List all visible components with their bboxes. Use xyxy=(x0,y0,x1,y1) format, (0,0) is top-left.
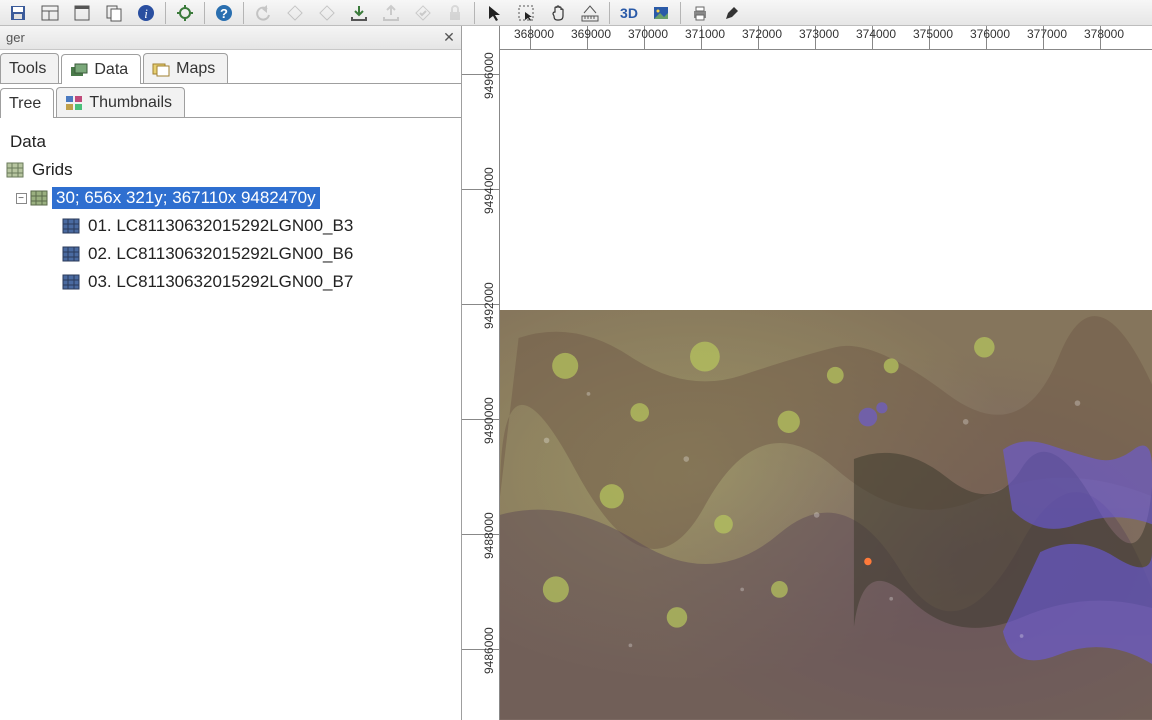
manager-panel: ger ✕ Tools Data Maps Tree Thumbnails Da… xyxy=(0,26,462,720)
tab-tree-label: Tree xyxy=(9,95,41,113)
measure-button[interactable] xyxy=(575,1,605,25)
export-button[interactable] xyxy=(344,1,374,25)
print-button[interactable] xyxy=(685,1,715,25)
maps-icon xyxy=(152,61,170,77)
apply-button[interactable] xyxy=(408,1,438,25)
layout-button[interactable] xyxy=(35,1,65,25)
grid-layer-icon xyxy=(62,218,80,234)
tree-node-data[interactable]: Data xyxy=(6,128,455,156)
window-button[interactable] xyxy=(67,1,97,25)
ruler-x-tick: 378000 xyxy=(1100,26,1101,49)
grids-icon xyxy=(6,162,24,178)
shape-left-button[interactable] xyxy=(280,1,310,25)
ruler-x-tick: 374000 xyxy=(872,26,873,49)
toolbar-separator xyxy=(609,2,610,24)
tree-node-gridsystem[interactable]: − 30; 656x 321y; 367110x 9482470y xyxy=(6,184,455,212)
tab-maps-label: Maps xyxy=(176,60,215,78)
tree-gridsystem-label: 30; 656x 321y; 367110x 9482470y xyxy=(52,187,320,209)
ruler-y-tick: 9494000 xyxy=(462,189,499,190)
copy-button[interactable] xyxy=(99,1,129,25)
tree-node-grids[interactable]: Grids xyxy=(6,156,455,184)
panel-close-button[interactable]: ✕ xyxy=(441,30,457,46)
tab-tools-label: Tools xyxy=(9,60,46,78)
toolbar-separator xyxy=(243,2,244,24)
tab-thumbnails-label: Thumbnails xyxy=(89,94,172,112)
grid-layer-icon xyxy=(62,274,80,290)
3d-view-button[interactable]: 3D xyxy=(614,1,644,25)
image-button[interactable] xyxy=(646,1,676,25)
svg-text:?: ? xyxy=(220,6,228,21)
save-button[interactable] xyxy=(3,1,33,25)
select-area-button[interactable] xyxy=(511,1,541,25)
lock-button[interactable] xyxy=(440,1,470,25)
ruler-x-tick: 376000 xyxy=(986,26,987,49)
shape-right-button[interactable] xyxy=(312,1,342,25)
ruler-y-tick: 9490000 xyxy=(462,419,499,420)
map-viewport: 9496000 9494000 9492000 9490000 9488000 94860… xyxy=(462,26,1152,720)
ruler-y-tick: 9488000 xyxy=(462,534,499,535)
tree-node-layer[interactable]: 03. LC81130632015292LGN00_B7 xyxy=(6,268,455,296)
help-button[interactable]: ? xyxy=(209,1,239,25)
ruler-x-tick: 370000 xyxy=(644,26,645,49)
ruler-x-tick: 375000 xyxy=(929,26,930,49)
ruler-y-tick: 9492000 xyxy=(462,304,499,305)
process-button[interactable] xyxy=(170,1,200,25)
tab-data-label: Data xyxy=(94,61,128,79)
sub-tabs: Tree Thumbnails xyxy=(0,84,461,118)
ruler-y-tick: 9486000 xyxy=(462,649,499,650)
tree-node-layer[interactable]: 02. LC81130632015292LGN00_B6 xyxy=(6,240,455,268)
tree-layer-label: 03. LC81130632015292LGN00_B7 xyxy=(84,271,357,293)
main-tabs: Tools Data Maps xyxy=(0,50,461,84)
main-toolbar: i ? 3D xyxy=(0,0,1152,26)
tab-maps[interactable]: Maps xyxy=(143,53,228,83)
tab-tools[interactable]: Tools xyxy=(0,53,59,83)
ruler-x-tick: 372000 xyxy=(758,26,759,49)
collapse-icon[interactable]: − xyxy=(16,193,27,204)
thumbnails-icon xyxy=(65,95,83,111)
import-button[interactable] xyxy=(376,1,406,25)
ruler-x-tick: 369000 xyxy=(587,26,588,49)
svg-text:i: i xyxy=(144,6,148,21)
toolbar-separator xyxy=(474,2,475,24)
tree-layer-label: 02. LC81130632015292LGN00_B6 xyxy=(84,243,357,265)
info-button[interactable]: i xyxy=(131,1,161,25)
undo-button[interactable] xyxy=(248,1,278,25)
tab-thumbnails[interactable]: Thumbnails xyxy=(56,87,185,117)
tree-layer-label: 01. LC81130632015292LGN00_B3 xyxy=(84,215,357,237)
tab-tree[interactable]: Tree xyxy=(0,88,54,118)
toolbar-separator xyxy=(680,2,681,24)
tree-root-label: Data xyxy=(6,131,50,153)
grid-system-icon xyxy=(30,190,48,206)
tree-node-layer[interactable]: 01. LC81130632015292LGN00_B3 xyxy=(6,212,455,240)
pan-button[interactable] xyxy=(543,1,573,25)
ruler-x-tick: 377000 xyxy=(1043,26,1044,49)
pen-button[interactable] xyxy=(717,1,747,25)
panel-title-text: ger xyxy=(6,30,25,45)
tree-grids-label: Grids xyxy=(28,159,77,181)
3d-icon: 3D xyxy=(620,5,638,21)
ruler-x-tick: 373000 xyxy=(815,26,816,49)
ruler-y-tick: 9496000 xyxy=(462,74,499,75)
data-tree: Data Grids − 30; 656x 321y; 367110x 9482… xyxy=(0,118,461,720)
map-canvas[interactable] xyxy=(500,50,1152,720)
toolbar-separator xyxy=(165,2,166,24)
ruler-x-tick: 368000 xyxy=(530,26,531,49)
grid-layer-icon xyxy=(62,246,80,262)
panel-titlebar: ger ✕ xyxy=(0,26,461,50)
ruler-horizontal: 368000 369000 370000 371000 372000 373000 3740… xyxy=(500,26,1152,50)
pointer-button[interactable] xyxy=(479,1,509,25)
satellite-imagery xyxy=(500,310,1152,720)
tab-data[interactable]: Data xyxy=(61,54,141,84)
data-icon xyxy=(70,62,88,78)
ruler-x-tick: 371000 xyxy=(701,26,702,49)
ruler-vertical: 9496000 9494000 9492000 9490000 9488000 94860… xyxy=(462,26,500,720)
toolbar-separator xyxy=(204,2,205,24)
